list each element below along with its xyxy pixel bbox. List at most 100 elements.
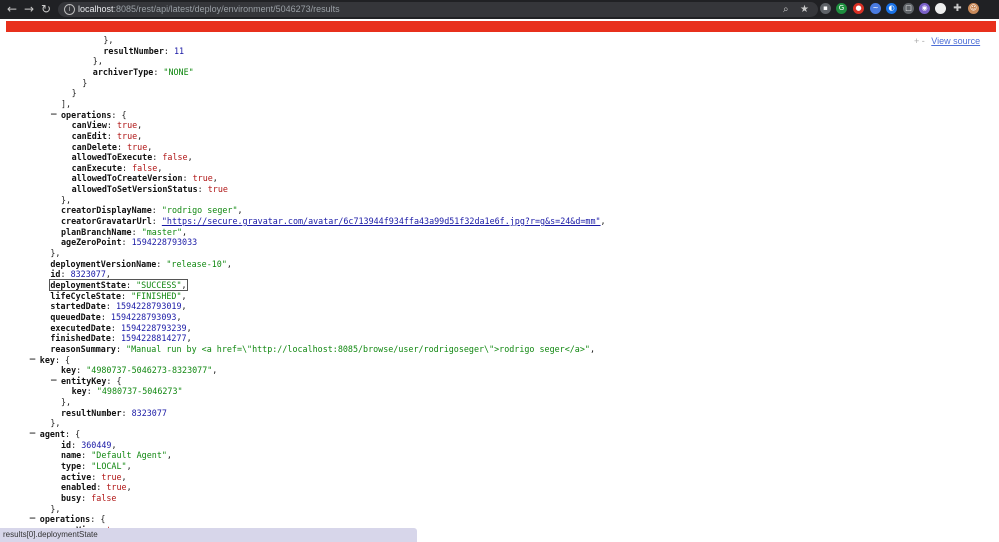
puzzle-icon[interactable]: ✚ <box>952 3 963 14</box>
json-line: busy: false <box>61 493 116 504</box>
json-property[interactable]: executedDate: 1594228793239, <box>50 323 191 333</box>
selected-property[interactable]: deploymentState: "SUCCESS", <box>49 278 188 291</box>
json-property[interactable]: type: "LOCAL", <box>61 461 132 471</box>
json-line: type: "LOCAL", <box>61 461 132 472</box>
json-property[interactable]: canView: true, <box>72 120 143 130</box>
json-line: id: 360449, <box>61 440 117 451</box>
json-line: lifeCycleState: "FINISHED", <box>50 291 186 302</box>
json-property[interactable]: active: true, <box>61 472 127 482</box>
json-property[interactable]: resultNumber: 8323077 <box>61 408 167 418</box>
json-line: creatorDisplayName: "rodrigo seger", <box>61 205 243 216</box>
json-line: resultNumber: 11 <box>103 46 184 57</box>
collapse-toggle[interactable]: + - <box>914 36 925 46</box>
forward-icon[interactable]: → <box>22 2 36 16</box>
json-key: entityKey <box>61 375 107 386</box>
viewer-controls: + - View source <box>914 35 980 48</box>
json-property[interactable]: deploymentVersionName: "release-10", <box>50 259 232 269</box>
json-line: }, <box>61 194 72 205</box>
collapse-toggle-icon[interactable]: − <box>50 110 58 121</box>
json-line: executedDate: 1594228793239, <box>50 323 191 334</box>
json-property[interactable]: id: 8323077, <box>50 269 111 279</box>
json-key: deploymentVersionName <box>50 258 157 269</box>
extension-icon-8[interactable] <box>935 3 946 14</box>
json-property[interactable]: archiverType: "NONE" <box>93 67 194 77</box>
json-property[interactable]: queuedDate: 1594228793093, <box>50 312 181 322</box>
json-property[interactable]: key: "4980737-5046273" <box>72 386 183 396</box>
json-property[interactable]: lifeCycleState: "FINISHED", <box>50 291 186 301</box>
json-key: id <box>50 269 61 280</box>
json-line: }, <box>50 418 61 429</box>
extension-icon-3[interactable]: ● <box>853 3 864 14</box>
search-icon[interactable]: ⌕ <box>783 2 789 17</box>
json-property[interactable]: name: "Default Agent", <box>61 450 172 460</box>
json-line: allowedToExecute: false, <box>72 152 193 163</box>
json-key: agent <box>39 429 66 440</box>
collapse-toggle-icon[interactable]: − <box>29 429 37 440</box>
view-source-link[interactable]: View source <box>931 36 980 46</box>
json-value: { <box>100 514 106 525</box>
json-property[interactable]: allowedToCreateVersion: true, <box>72 173 218 183</box>
collapse-toggle-icon[interactable]: − <box>29 355 37 366</box>
json-value: "Manual run by <a href=\"http://localhos… <box>126 343 590 354</box>
site-info-icon[interactable]: i <box>64 4 75 15</box>
address-bar[interactable]: i localhost:8085/rest/api/latest/deploy/… <box>58 2 818 17</box>
json-property[interactable]: ageZeroPoint: 1594228793033 <box>61 237 197 247</box>
json-property[interactable]: operations: { <box>40 514 106 524</box>
json-property[interactable]: id: 360449, <box>61 440 117 450</box>
json-property[interactable]: key: { <box>40 355 70 365</box>
back-icon[interactable]: ← <box>5 2 19 16</box>
collapse-toggle-icon[interactable]: − <box>29 514 37 525</box>
json-property[interactable]: creatorDisplayName: "rodrigo seger", <box>61 205 243 215</box>
json-key: creatorDisplayName <box>61 205 152 216</box>
json-property[interactable]: canExecute: false, <box>72 163 163 173</box>
json-property[interactable]: creatorGravatarUrl: "https://secure.grav… <box>61 216 606 226</box>
json-value: true <box>127 141 148 152</box>
json-property[interactable]: planBranchName: "master", <box>61 227 187 237</box>
json-property[interactable]: resultNumber: 11 <box>103 46 184 56</box>
json-property[interactable]: canDelete: true, <box>72 142 153 152</box>
json-key: id <box>61 439 72 450</box>
json-key: name <box>61 450 82 461</box>
json-key: canEdit <box>71 130 107 141</box>
json-key: executedDate <box>50 322 111 333</box>
extension-icon-1[interactable]: ▪ <box>820 3 831 14</box>
json-property[interactable]: reasonSummary: "Manual run by <a href=\"… <box>50 344 595 354</box>
json-key: key <box>71 386 87 397</box>
avatar[interactable]: ☺ <box>968 3 979 14</box>
json-property[interactable]: operations: { <box>61 110 127 120</box>
json-value: false <box>132 162 158 173</box>
json-property[interactable]: allowedToSetVersionStatus: true <box>72 184 228 194</box>
json-key: lifeCycleState <box>50 290 121 301</box>
json-key: busy <box>61 492 82 503</box>
json-property[interactable]: allowedToExecute: false, <box>72 152 193 162</box>
json-url-link[interactable]: "https://secure.gravatar.com/avatar/6c71… <box>162 216 601 226</box>
extension-icon-5[interactable]: ◐ <box>886 3 897 14</box>
json-property[interactable]: canEdit: true, <box>72 131 143 141</box>
json-property[interactable]: busy: false <box>61 493 116 503</box>
extension-icon-6[interactable]: □ <box>903 3 914 14</box>
url-text[interactable]: localhost:8085/rest/api/latest/deploy/en… <box>78 3 340 16</box>
json-key: planBranchName <box>61 226 132 237</box>
json-property[interactable]: agent: { <box>40 429 80 439</box>
json-key: operations <box>61 109 112 120</box>
json-line: active: true, <box>61 472 127 483</box>
json-property[interactable]: finishedDate: 1594228814277, <box>50 333 191 343</box>
json-value: true <box>106 482 127 493</box>
json-key: canView <box>71 120 107 131</box>
star-icon[interactable]: ★ <box>800 2 809 17</box>
json-property[interactable]: key: "4980737-5046273-8323077", <box>61 365 217 375</box>
extension-icon-4[interactable]: ~ <box>870 3 881 14</box>
json-line: }, <box>61 397 72 408</box>
json-property[interactable]: enabled: true, <box>61 482 132 492</box>
json-property[interactable]: startedDate: 1594228793019, <box>50 301 186 311</box>
extension-icon-7[interactable]: ◉ <box>919 3 930 14</box>
reload-icon[interactable]: ↻ <box>39 2 53 16</box>
collapse-toggle-icon[interactable]: − <box>50 376 58 387</box>
json-property[interactable]: entityKey: { <box>61 376 122 386</box>
json-value: true <box>101 471 122 482</box>
error-banner <box>6 21 996 32</box>
extension-icon-2[interactable]: G <box>836 3 847 14</box>
json-key: key <box>61 365 77 376</box>
json-key: resultNumber <box>61 407 122 418</box>
json-key: allowedToCreateVersion <box>71 173 183 184</box>
